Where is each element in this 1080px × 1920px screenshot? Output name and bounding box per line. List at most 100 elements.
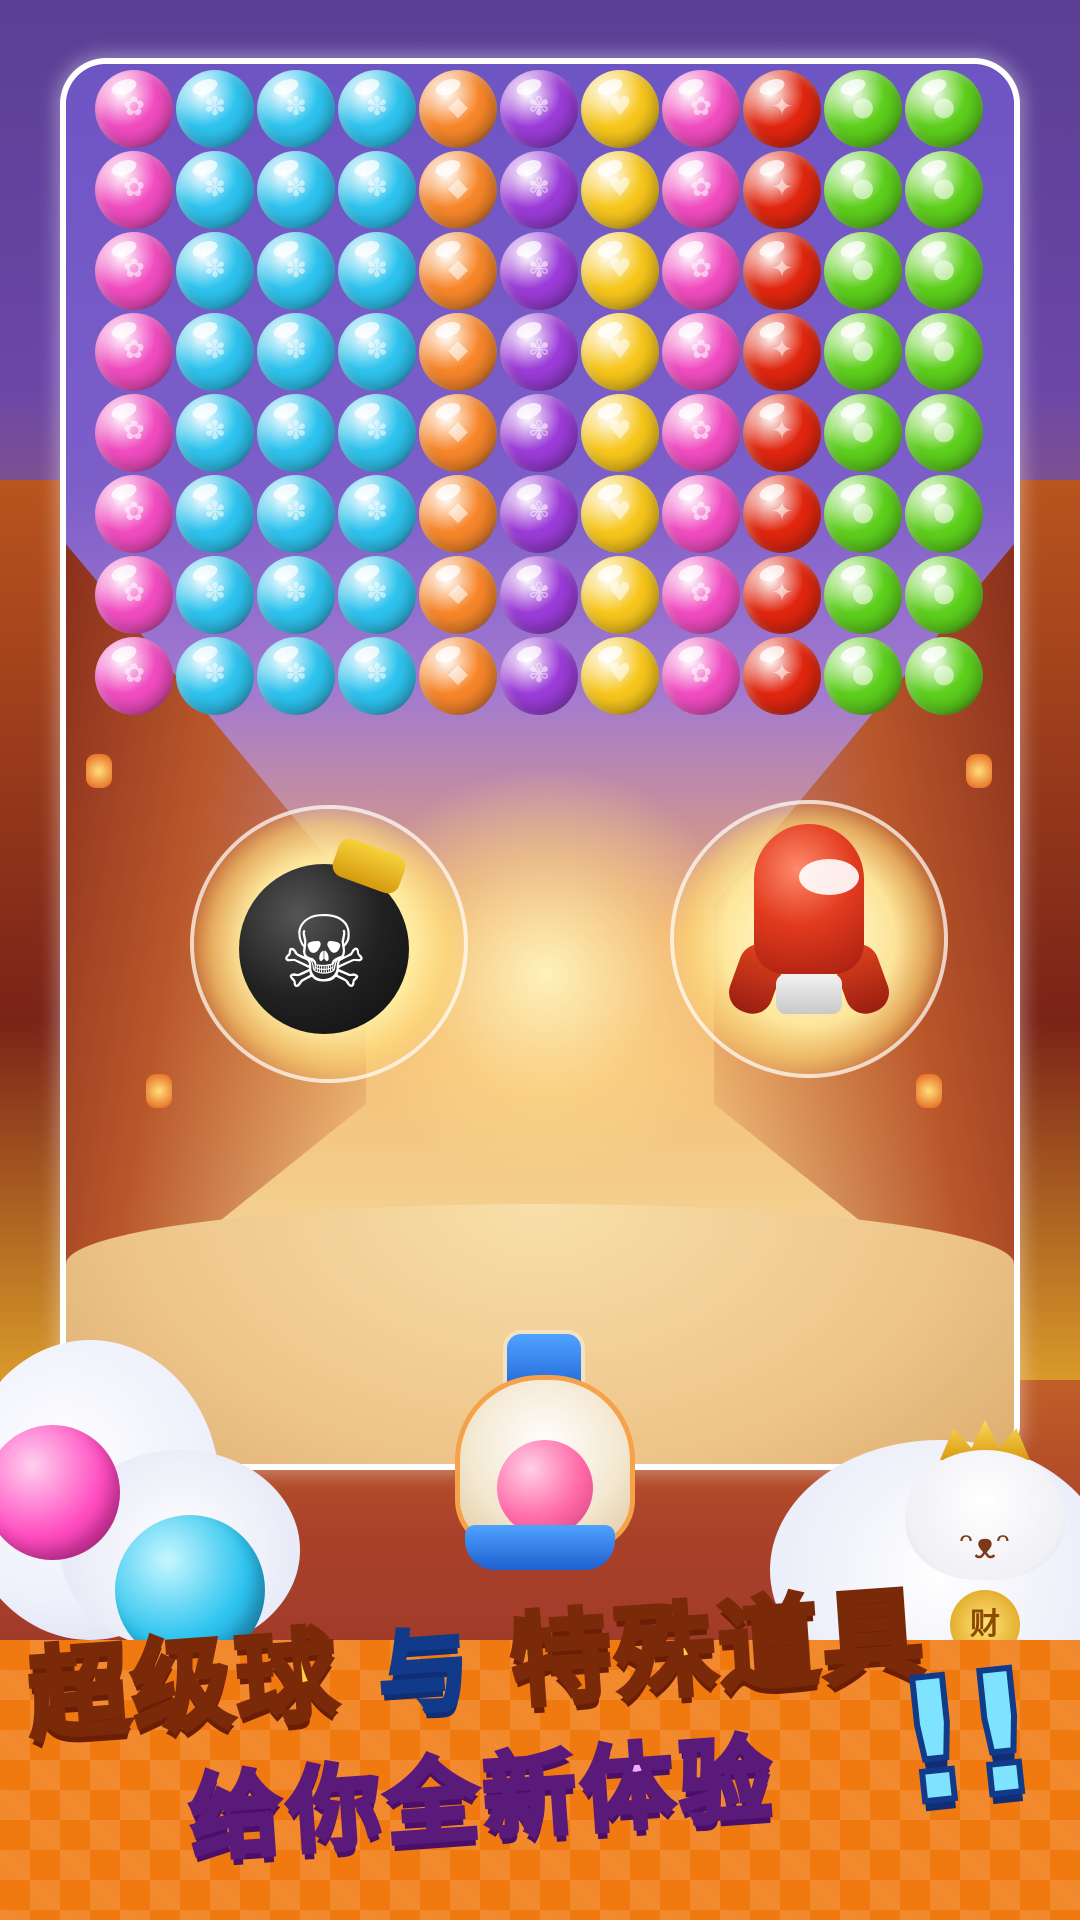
bomb-powerup[interactable]: ☠ (190, 805, 468, 1083)
red-bubble[interactable]: ✦ (743, 637, 821, 715)
green-bubble[interactable]: ● (905, 475, 983, 553)
pink-bubble[interactable]: ✿ (95, 556, 173, 634)
cyan-bubble[interactable]: ✽ (176, 556, 254, 634)
cyan-bubble[interactable]: ✽ (338, 475, 416, 553)
cyan-bubble[interactable]: ✽ (176, 637, 254, 715)
pink-bubble-pattern-icon: ✿ (690, 92, 712, 122)
pink-bubble[interactable]: ✿ (662, 151, 740, 229)
green-bubble[interactable]: ● (824, 70, 902, 148)
bubble-launcher[interactable] (455, 1330, 635, 1580)
purple-bubble[interactable]: ✾ (500, 475, 578, 553)
pink-bubble[interactable]: ✿ (662, 475, 740, 553)
cyan-bubble[interactable]: ✽ (176, 232, 254, 310)
red-bubble[interactable]: ✦ (743, 556, 821, 634)
cyan-bubble[interactable]: ✽ (176, 394, 254, 472)
green-bubble[interactable]: ● (905, 556, 983, 634)
green-bubble[interactable]: ● (905, 151, 983, 229)
green-bubble[interactable]: ● (824, 232, 902, 310)
bubble-grid[interactable]: ✿ ✽ ✽ ✽ ◆ ✾ ♥ ✿ ✦ ● ● ✿ ✽ ✽ ✽ ◆ ✾ ♥ ✿ ✦ ● ● ✿ ✽ ✽ ✽ ◆ ✾ ♥ ✿ ✦ ● ● ✿ ✽ ✽ ✽ ◆ ✾ ♥… (95, 70, 987, 718)
pink-bubble[interactable]: ✿ (662, 70, 740, 148)
green-bubble[interactable]: ● (824, 637, 902, 715)
cyan-bubble[interactable]: ✽ (176, 475, 254, 553)
cyan-bubble[interactable]: ✽ (176, 313, 254, 391)
pink-bubble[interactable]: ✿ (95, 637, 173, 715)
purple-bubble[interactable]: ✾ (500, 70, 578, 148)
pink-bubble[interactable]: ✿ (662, 637, 740, 715)
orange-bubble[interactable]: ◆ (419, 475, 497, 553)
orange-bubble[interactable]: ◆ (419, 232, 497, 310)
pink-bubble[interactable]: ✿ (662, 394, 740, 472)
green-bubble[interactable]: ● (905, 637, 983, 715)
cyan-bubble[interactable]: ✽ (338, 637, 416, 715)
green-bubble[interactable]: ● (905, 394, 983, 472)
cyan-bubble[interactable]: ✽ (257, 313, 335, 391)
green-bubble[interactable]: ● (824, 394, 902, 472)
pink-bubble[interactable]: ✿ (95, 70, 173, 148)
orange-bubble[interactable]: ◆ (419, 394, 497, 472)
red-bubble[interactable]: ✦ (743, 394, 821, 472)
green-bubble[interactable]: ● (824, 556, 902, 634)
red-bubble[interactable]: ✦ (743, 475, 821, 553)
orange-bubble[interactable]: ◆ (419, 70, 497, 148)
cyan-bubble[interactable]: ✽ (257, 394, 335, 472)
pink-bubble[interactable]: ✿ (95, 313, 173, 391)
green-bubble[interactable]: ● (824, 151, 902, 229)
red-bubble[interactable]: ✦ (743, 151, 821, 229)
yellow-bubble[interactable]: ♥ (581, 313, 659, 391)
yellow-bubble[interactable]: ♥ (581, 151, 659, 229)
yellow-bubble[interactable]: ♥ (581, 637, 659, 715)
green-bubble[interactable]: ● (905, 70, 983, 148)
cyan-bubble[interactable]: ✽ (257, 151, 335, 229)
cyan-bubble[interactable]: ✽ (257, 637, 335, 715)
orange-bubble-pattern-icon: ◆ (448, 578, 468, 608)
red-bubble[interactable]: ✦ (743, 232, 821, 310)
orange-bubble-pattern-icon: ◆ (448, 497, 468, 527)
cyan-bubble[interactable]: ✽ (257, 70, 335, 148)
cyan-bubble[interactable]: ✽ (338, 313, 416, 391)
yellow-bubble[interactable]: ♥ (581, 556, 659, 634)
cyan-bubble[interactable]: ✽ (257, 556, 335, 634)
cyan-bubble[interactable]: ✽ (338, 556, 416, 634)
pink-bubble[interactable]: ✿ (662, 313, 740, 391)
yellow-bubble[interactable]: ♥ (581, 475, 659, 553)
pink-bubble-pattern-icon: ✿ (123, 497, 145, 527)
red-bubble[interactable]: ✦ (743, 313, 821, 391)
yellow-bubble[interactable]: ♥ (581, 70, 659, 148)
orange-bubble[interactable]: ◆ (419, 556, 497, 634)
cyan-bubble[interactable]: ✽ (338, 151, 416, 229)
pink-bubble[interactable]: ✿ (95, 232, 173, 310)
purple-bubble[interactable]: ✾ (500, 151, 578, 229)
green-bubble[interactable]: ● (905, 313, 983, 391)
purple-bubble[interactable]: ✾ (500, 232, 578, 310)
pink-bubble-pattern-icon: ✿ (123, 578, 145, 608)
red-bubble[interactable]: ✦ (743, 70, 821, 148)
orange-bubble[interactable]: ◆ (419, 151, 497, 229)
orange-bubble[interactable]: ◆ (419, 313, 497, 391)
purple-bubble[interactable]: ✾ (500, 556, 578, 634)
purple-bubble[interactable]: ✾ (500, 394, 578, 472)
rocket-powerup[interactable] (670, 800, 948, 1078)
yellow-bubble[interactable]: ♥ (581, 394, 659, 472)
cyan-bubble[interactable]: ✽ (257, 475, 335, 553)
green-bubble[interactable]: ● (824, 313, 902, 391)
cyan-bubble[interactable]: ✽ (338, 394, 416, 472)
orange-bubble[interactable]: ◆ (419, 637, 497, 715)
headline-connector: 与 (373, 1615, 479, 1731)
pink-bubble[interactable]: ✿ (95, 151, 173, 229)
cyan-bubble[interactable]: ✽ (176, 70, 254, 148)
green-bubble[interactable]: ● (905, 232, 983, 310)
pink-bubble[interactable]: ✿ (95, 475, 173, 553)
cyan-bubble[interactable]: ✽ (338, 232, 416, 310)
yellow-bubble[interactable]: ♥ (581, 232, 659, 310)
purple-bubble[interactable]: ✾ (500, 313, 578, 391)
pink-bubble[interactable]: ✿ (662, 556, 740, 634)
purple-bubble[interactable]: ✾ (500, 637, 578, 715)
cyan-bubble-pattern-icon: ✽ (285, 92, 307, 122)
cyan-bubble[interactable]: ✽ (257, 232, 335, 310)
cyan-bubble[interactable]: ✽ (176, 151, 254, 229)
green-bubble[interactable]: ● (824, 475, 902, 553)
pink-bubble[interactable]: ✿ (95, 394, 173, 472)
cyan-bubble[interactable]: ✽ (338, 70, 416, 148)
pink-bubble[interactable]: ✿ (662, 232, 740, 310)
cyan-bubble-pattern-icon: ✽ (204, 92, 226, 122)
